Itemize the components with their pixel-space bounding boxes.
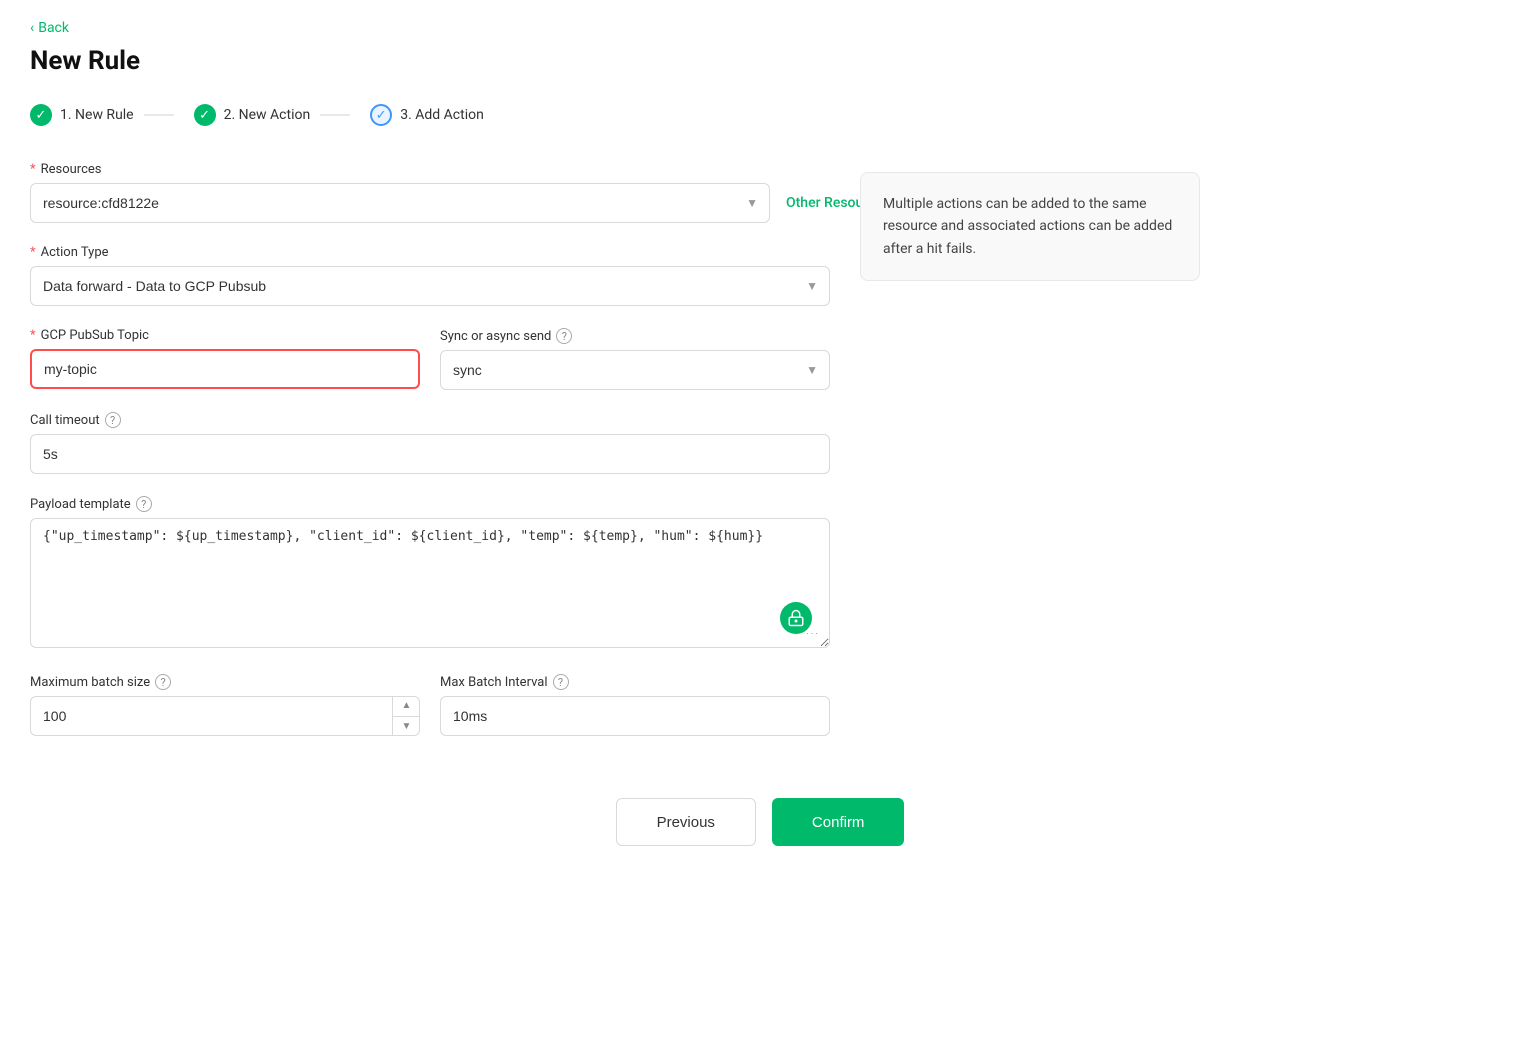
max-batch-size-label: Maximum batch size ? bbox=[30, 674, 420, 690]
step-3-label: 3. Add Action bbox=[400, 107, 484, 123]
max-batch-size-input[interactable] bbox=[30, 696, 420, 736]
action-type-select-wrapper: Data forward - Data to GCP Pubsub ▼ bbox=[30, 266, 830, 306]
info-card-text: Multiple actions can be added to the sam… bbox=[883, 196, 1172, 257]
step-2: ✓ 2. New Action bbox=[194, 104, 371, 126]
step-3-icon: ✓ bbox=[370, 104, 392, 126]
back-link[interactable]: ‹ Back bbox=[30, 20, 69, 36]
step-1: ✓ 1. New Rule bbox=[30, 104, 194, 126]
call-timeout-help-icon[interactable]: ? bbox=[105, 412, 121, 428]
payload-textarea[interactable]: {"up_timestamp": ${up_timestamp}, "clien… bbox=[30, 518, 830, 648]
batch-interval-help-icon[interactable]: ? bbox=[553, 674, 569, 690]
stepper: ✓ 1. New Rule ✓ 2. New Action ✓ 3. Add A… bbox=[30, 104, 1490, 126]
call-timeout-input[interactable] bbox=[30, 434, 830, 474]
max-batch-interval-label: Max Batch Interval ? bbox=[440, 674, 830, 690]
resources-select[interactable]: resource:cfd8122e bbox=[30, 183, 770, 223]
step-2-label: 2. New Action bbox=[224, 107, 311, 123]
gcp-topic-label: * GCP PubSub Topic bbox=[30, 328, 420, 343]
action-buttons: Previous Confirm bbox=[30, 798, 1490, 846]
batch-size-help-icon[interactable]: ? bbox=[155, 674, 171, 690]
max-batch-size-group: Maximum batch size ? ▲ ▼ bbox=[30, 674, 420, 736]
page-title: New Rule bbox=[30, 46, 1490, 76]
gcp-sync-row: * GCP PubSub Topic Sync or async send ? … bbox=[30, 328, 830, 412]
info-card: Multiple actions can be added to the sam… bbox=[860, 172, 1200, 281]
call-timeout-label: Call timeout ? bbox=[30, 412, 830, 428]
gcp-topic-group: * GCP PubSub Topic bbox=[30, 328, 420, 390]
resources-chevron-icon: ▼ bbox=[746, 196, 758, 210]
batch-size-up-button[interactable]: ▲ bbox=[393, 696, 420, 717]
step-3: ✓ 3. Add Action bbox=[370, 104, 544, 126]
step-2-icon: ✓ bbox=[194, 104, 216, 126]
resources-row: resource:cfd8122e ▼ Other Resources bbox=[30, 183, 830, 223]
gcp-topic-input[interactable] bbox=[30, 349, 420, 389]
confirm-button[interactable]: Confirm bbox=[772, 798, 905, 846]
back-label: Back bbox=[38, 20, 69, 36]
sync-help-icon[interactable]: ? bbox=[556, 328, 572, 344]
resources-select-wrapper: resource:cfd8122e ▼ bbox=[30, 183, 770, 223]
batch-size-wrapper: ▲ ▼ bbox=[30, 696, 420, 736]
payload-textarea-wrapper: {"up_timestamp": ${up_timestamp}, "clien… bbox=[30, 518, 830, 652]
previous-button[interactable]: Previous bbox=[616, 798, 756, 846]
ai-dots-indicator: ··· bbox=[806, 629, 820, 640]
payload-label: Payload template ? bbox=[30, 496, 830, 512]
max-batch-interval-input[interactable] bbox=[440, 696, 830, 736]
sync-select-wrapper: sync async ▼ bbox=[440, 350, 830, 390]
sync-group: Sync or async send ? sync async ▼ bbox=[440, 328, 830, 390]
batch-row: Maximum batch size ? ▲ ▼ Max Batch Inter… bbox=[30, 674, 830, 758]
batch-size-spinners: ▲ ▼ bbox=[392, 696, 420, 736]
back-arrow-icon: ‹ bbox=[30, 20, 34, 36]
batch-size-down-button[interactable]: ▼ bbox=[393, 717, 420, 737]
call-timeout-group: Call timeout ? bbox=[30, 412, 830, 474]
max-batch-interval-group: Max Batch Interval ? bbox=[440, 674, 830, 736]
step-1-label: 1. New Rule bbox=[60, 107, 134, 123]
sync-select[interactable]: sync async bbox=[440, 350, 830, 390]
resources-label: * Resources bbox=[30, 162, 830, 177]
payload-group: Payload template ? {"up_timestamp": ${up… bbox=[30, 496, 830, 652]
step-1-icon: ✓ bbox=[30, 104, 52, 126]
action-type-select[interactable]: Data forward - Data to GCP Pubsub bbox=[30, 266, 830, 306]
info-panel: Multiple actions can be added to the sam… bbox=[860, 162, 1490, 758]
sync-label: Sync or async send ? bbox=[440, 328, 830, 344]
action-type-group: * Action Type Data forward - Data to GCP… bbox=[30, 245, 830, 306]
action-type-label: * Action Type bbox=[30, 245, 830, 260]
payload-help-icon[interactable]: ? bbox=[136, 496, 152, 512]
